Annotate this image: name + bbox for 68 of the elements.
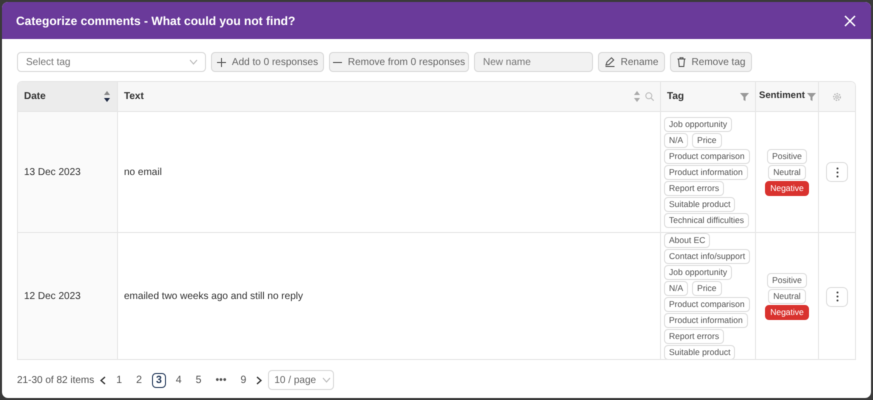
- page-button[interactable]: 9: [236, 372, 250, 388]
- chevron-right-icon: [256, 376, 262, 384]
- sort-icon: [633, 91, 641, 102]
- sentiment-tag[interactable]: Positive: [767, 273, 807, 288]
- sentiment-tag[interactable]: Neutral: [768, 164, 806, 180]
- page-button[interactable]: 5: [192, 372, 206, 388]
- close-button[interactable]: [843, 14, 857, 28]
- tag-chip[interactable]: Price: [692, 132, 722, 148]
- tag-chip[interactable]: Suitable product: [664, 196, 736, 212]
- column-header[interactable]: Sentiment: [756, 82, 819, 112]
- more-button[interactable]: [826, 286, 848, 306]
- sentiment-tag[interactable]: Neutral: [768, 289, 806, 304]
- add-button[interactable]: Add to 0 responses: [211, 52, 324, 72]
- tag-select[interactable]: Select tag: [17, 52, 206, 72]
- filter-icon: [740, 92, 749, 101]
- tag-chip[interactable]: Technical difficulties: [664, 212, 749, 228]
- settings-icon: [832, 92, 842, 102]
- date-cell-text: 12 Dec 2023: [24, 290, 81, 304]
- tag-chip[interactable]: N/A: [664, 132, 688, 148]
- page-button[interactable]: 4: [172, 372, 186, 388]
- filter-icon: [806, 92, 816, 101]
- tag-chip[interactable]: Product comparison: [664, 148, 750, 164]
- page-button[interactable]: 3: [152, 372, 166, 388]
- name-field[interactable]: New name: [474, 52, 593, 72]
- sentiment-tag[interactable]: Negative: [765, 180, 809, 196]
- close-icon: [843, 14, 857, 28]
- tag-chip[interactable]: About EC: [664, 233, 710, 248]
- tag-chip[interactable]: Contact info/support: [664, 249, 750, 264]
- more-icon: [836, 166, 838, 178]
- chevron-down-icon: [322, 377, 332, 383]
- chevron-left-icon: [100, 376, 106, 384]
- next-page-button[interactable]: [256, 376, 262, 384]
- more-button[interactable]: [826, 162, 848, 182]
- pencil-icon: [604, 57, 615, 67]
- tag-chip[interactable]: Report errors: [664, 180, 724, 196]
- search-icon: [645, 92, 654, 101]
- page-button[interactable]: •••: [211, 372, 231, 388]
- column-header[interactable]: Tag: [661, 82, 756, 112]
- page-button[interactable]: 2: [132, 372, 146, 388]
- tag-chip[interactable]: Product information: [664, 313, 748, 328]
- tag-chip[interactable]: Job opportunity: [664, 265, 732, 280]
- text-cell-text: no email: [124, 166, 162, 180]
- sort-icon: [103, 91, 111, 102]
- trash-icon: [676, 57, 686, 67]
- more-icon: [836, 291, 838, 302]
- column-header[interactable]: Date: [18, 82, 118, 112]
- tag-chip[interactable]: Job opportunity: [664, 116, 732, 132]
- items-range: 21-30 of 82 items: [17, 374, 94, 388]
- tag-chip[interactable]: Product comparison: [664, 297, 750, 312]
- text-cell-text: emailed two weeks ago and still no reply: [124, 290, 303, 304]
- tag-chip[interactable]: Report errors: [664, 329, 724, 344]
- dialog-title: Categorize comments - What could you not find?: [16, 12, 296, 30]
- column-header[interactable]: Text: [118, 82, 661, 112]
- sentiment-tag[interactable]: Negative: [765, 305, 809, 320]
- tag-chip[interactable]: N/A: [664, 281, 688, 296]
- chevron-down-icon: [189, 59, 198, 65]
- page-button[interactable]: 1: [112, 372, 126, 388]
- tag-chip[interactable]: Suitable product: [664, 345, 736, 359]
- plus-icon: [216, 58, 226, 66]
- tag-chip[interactable]: Price: [692, 281, 722, 296]
- remove-tag-button[interactable]: Remove tag: [670, 52, 752, 72]
- sentiment-tag[interactable]: Positive: [767, 148, 807, 164]
- tag-chip[interactable]: Product information: [664, 164, 748, 180]
- page-size-select[interactable]: 10 / page: [268, 370, 334, 390]
- remove-button[interactable]: Remove from 0 responses: [329, 52, 469, 72]
- previous-page-button[interactable]: [100, 376, 106, 384]
- rename-button[interactable]: Rename: [598, 52, 665, 72]
- date-cell-text: 13 Dec 2023: [24, 166, 81, 180]
